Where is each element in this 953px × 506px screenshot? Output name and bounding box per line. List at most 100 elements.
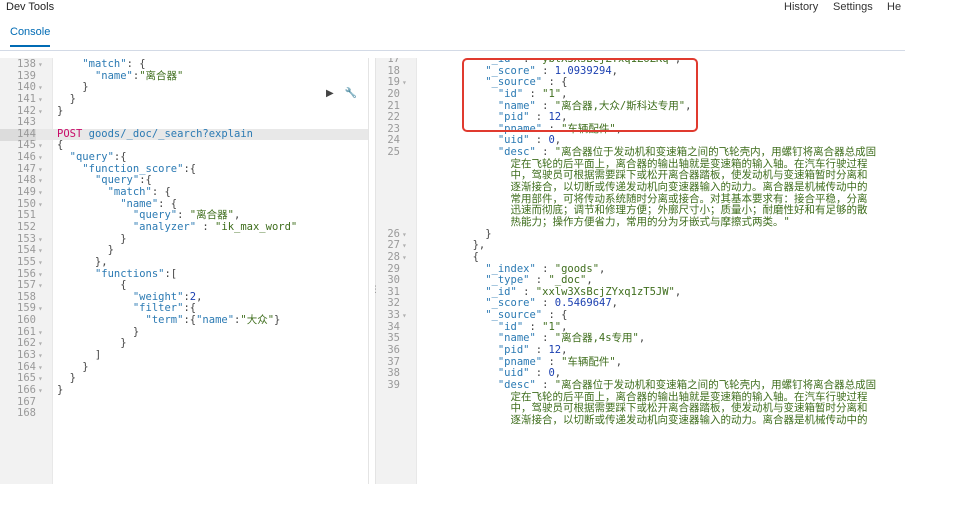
code-token: "离合器位于发动机和变速箱之间的飞轮壳内，用螺钉将离合器总成固	[554, 146, 877, 159]
request-lines: 138 ▾ "match": {139 "name":"离合器" 140 ▾ } 141…	[0, 58, 368, 420]
line-number: 36	[387, 344, 400, 357]
code-line: 141 ▾ }	[0, 93, 368, 106]
code-token: "function_score"	[82, 162, 184, 175]
code-token: 迅速而彻底；调节和修理方便；外廓尺寸小；质量小；耐磨性好和有足够的散	[422, 204, 868, 217]
code-token: 0.5469647	[554, 297, 612, 310]
pane-resizer[interactable]: ⋮	[368, 58, 380, 484]
code-token: :{	[183, 302, 197, 315]
fold-toggle-icon[interactable]: ▾	[38, 327, 43, 339]
code-token: :[	[164, 267, 178, 280]
code-token: "id"	[497, 320, 524, 333]
request-editor[interactable]: 138 ▾ "match": {139 "name":"离合器" 140 ▾ } 141…	[0, 58, 368, 484]
fold-toggle-icon[interactable]: ▾	[38, 245, 43, 257]
line-number: 152	[17, 220, 36, 233]
code-token: 中，驾驶员可根据需要踩下或松开离合器踏板，使发动机与变速箱暂时分离和	[422, 402, 868, 415]
fold-toggle-icon[interactable]: ▾	[38, 362, 43, 374]
fold-toggle-icon[interactable]: ▾	[402, 77, 407, 89]
code-token: : {	[151, 186, 171, 199]
code-token: {	[422, 250, 479, 263]
code-token: :{	[139, 174, 152, 187]
fold-toggle-icon[interactable]: ▾	[38, 338, 43, 350]
fold-toggle-icon[interactable]: ▾	[402, 240, 407, 252]
code-token: ,	[554, 134, 562, 147]
code-line: 154 ▾ }	[0, 244, 368, 257]
fold-toggle-icon[interactable]: ▾	[402, 252, 407, 264]
fold-toggle-icon[interactable]: ▾	[402, 310, 407, 322]
fold-toggle-icon[interactable]: ▾	[38, 373, 43, 385]
code-line: 153 ▾ }	[0, 233, 368, 246]
code-token: "xxlw3XsBcjZYxq1zT5JW"	[535, 285, 675, 298]
code-line: 161 ▾ }	[0, 325, 368, 339]
code-token: "大众"	[240, 314, 275, 327]
code-token: }	[57, 372, 76, 385]
code-token: "_score"	[485, 297, 536, 310]
code-token: "filter"	[132, 302, 184, 315]
code-token: "_doc"	[548, 274, 587, 287]
fold-toggle-icon[interactable]: ▾	[38, 187, 43, 199]
code-token: "pid"	[497, 344, 530, 357]
code-token: :	[535, 378, 555, 391]
code-token: "term"	[145, 314, 184, 327]
line-number: 28	[387, 250, 400, 263]
code-token: :{	[113, 151, 127, 164]
fold-toggle-icon[interactable]: ▾	[38, 385, 43, 397]
fold-toggle-icon[interactable]: ▾	[38, 350, 43, 362]
code-token: "uid"	[497, 367, 530, 380]
fold-toggle-icon[interactable]: ▾	[402, 229, 407, 241]
code-token: }	[422, 227, 492, 240]
code-token: "_index"	[485, 262, 536, 275]
fold-toggle-icon[interactable]: ▾	[38, 234, 43, 246]
fold-toggle-icon[interactable]: ▾	[38, 257, 43, 269]
fold-toggle-icon[interactable]: ▾	[38, 152, 43, 164]
code-line: 162 ▾ }	[0, 338, 368, 350]
code-token: ,	[561, 320, 568, 333]
fold-toggle-icon[interactable]: ▾	[38, 199, 43, 211]
line-number: 163	[17, 349, 36, 362]
code-token: "match"	[107, 186, 152, 199]
top-bar: Dev Tools History Settings He	[0, 0, 905, 16]
fold-toggle-icon[interactable]: ▾	[38, 303, 43, 315]
code-token: }	[57, 81, 89, 94]
code-token: :	[529, 367, 549, 380]
line-number: 25	[387, 146, 400, 159]
code-token: }	[57, 337, 127, 350]
code-token: "_id"	[485, 285, 517, 298]
code-token: :{	[183, 162, 197, 175]
code-line: 144 POST goods/_doc/_search?explain	[0, 127, 368, 141]
code-text: }	[57, 105, 63, 118]
fold-toggle-icon[interactable]: ▾	[38, 280, 43, 292]
fold-toggle-icon[interactable]: ▾	[38, 106, 43, 118]
code-token: 逐渐接合，以切断或传递发动机向变速器输入的动力。离合器是机械传动中的	[422, 181, 868, 194]
code-token: goods/_doc/_search?explain	[88, 127, 253, 140]
help-link[interactable]: He	[887, 1, 901, 13]
play-icon[interactable]: ▶	[326, 88, 334, 99]
fold-toggle-icon[interactable]: ▾	[38, 140, 43, 152]
fold-toggle-icon[interactable]: ▾	[38, 82, 43, 94]
code-line: 152 "analyzer" : "ik_max_word"	[0, 220, 368, 234]
code-line: 139 "name":"离合器"	[0, 70, 368, 83]
line-number: 20	[387, 87, 400, 100]
fold-toggle-icon[interactable]: ▾	[38, 175, 43, 187]
tab-console[interactable]: Console	[10, 26, 51, 47]
fold-toggle-icon[interactable]: ▾	[38, 94, 43, 106]
fold-toggle-icon[interactable]: ▾	[38, 269, 43, 281]
history-link[interactable]: History	[784, 1, 818, 13]
line-number: 155	[17, 255, 36, 268]
fold-toggle-icon[interactable]: ▾	[38, 164, 43, 176]
code-token: ,	[586, 274, 593, 287]
wrench-icon[interactable]: 🔧	[344, 88, 356, 99]
code-line: 166 ▾}	[0, 384, 368, 397]
code-token: ]	[57, 349, 102, 362]
settings-link[interactable]: Settings	[833, 1, 873, 13]
fold-toggle-icon[interactable]: ▾	[38, 59, 43, 71]
code-token: }	[57, 325, 140, 338]
dev-tools-window: Dev Tools History Settings He Console 13…	[0, 0, 953, 506]
code-token: "离合器,4s专用"	[554, 332, 639, 345]
code-token: ,	[674, 285, 682, 298]
